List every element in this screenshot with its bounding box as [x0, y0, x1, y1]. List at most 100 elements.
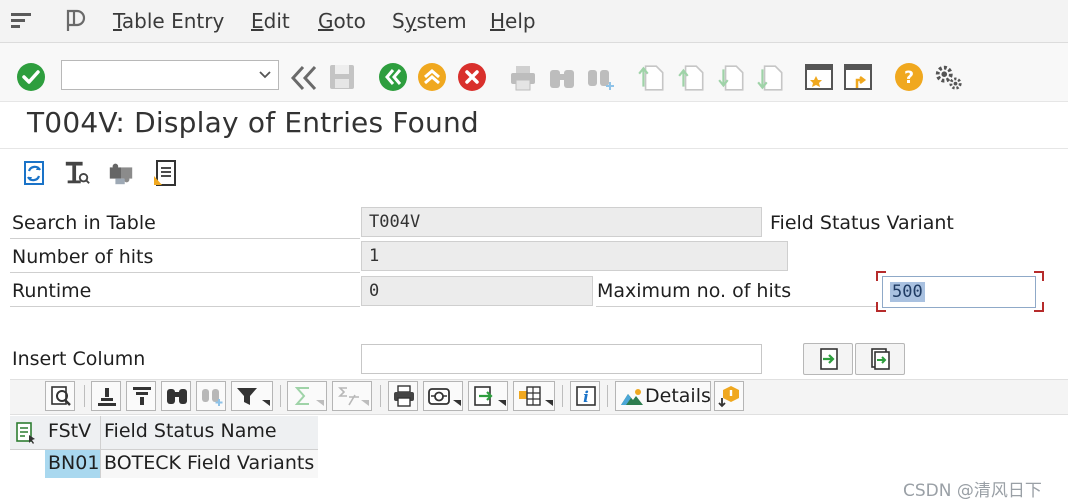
information-button[interactable]: i [570, 381, 600, 411]
max-hits-value: 500 [890, 282, 925, 302]
runtime-divider [10, 306, 360, 307]
menu-edit[interactable]: Edit [251, 9, 290, 33]
svg-text:i: i [583, 388, 589, 406]
collapse-command-icon[interactable] [289, 63, 319, 93]
check-icon[interactable] [16, 62, 46, 92]
alv-separator [607, 385, 608, 407]
sort-ascending-icon [98, 388, 116, 406]
menu-mnemonic: G [318, 9, 334, 33]
menu-system[interactable]: System [392, 9, 467, 33]
exit-icon[interactable] [417, 62, 447, 92]
max-hits-input[interactable]: 500 [882, 276, 1036, 308]
chevron-down-icon [361, 400, 369, 406]
refresh-icon[interactable] [20, 158, 48, 188]
subtotal-button[interactable] [332, 381, 372, 411]
cancel-icon[interactable] [457, 62, 487, 92]
selection-criteria-icon[interactable] [63, 158, 91, 188]
find-next-icon[interactable] [586, 63, 616, 93]
runtime-field: 0 [361, 276, 593, 306]
menu-mnemonic: E [251, 9, 264, 33]
insert-column-icon [820, 348, 838, 370]
export-icon [474, 386, 493, 406]
save-icon[interactable] [327, 62, 357, 92]
number-of-hits-label: Number of hits [12, 246, 154, 268]
first-page-icon[interactable] [637, 63, 667, 93]
next-page-icon[interactable] [717, 63, 747, 93]
back-icon[interactable] [378, 62, 408, 92]
document-icon[interactable] [151, 158, 179, 188]
sum-icon [294, 387, 309, 405]
sort-ascending-button[interactable] [91, 381, 121, 411]
new-session-icon[interactable] [804, 62, 834, 92]
sort-descending-button[interactable] [126, 381, 156, 411]
insert-column-button[interactable] [803, 343, 853, 375]
alv-separator [562, 385, 563, 407]
column-header-fstv[interactable]: FStV [48, 420, 91, 442]
layout-grid-icon [519, 386, 541, 406]
sort-descending-icon [133, 387, 151, 405]
print-icon[interactable] [508, 63, 538, 93]
puzzle-icon[interactable] [107, 158, 135, 188]
watermark: CSDN @清风日下 [903, 481, 1042, 501]
insert-all-columns-button[interactable] [855, 343, 905, 375]
last-page-icon[interactable] [756, 63, 786, 93]
total-button[interactable] [287, 381, 327, 411]
chevron-down-icon [262, 400, 270, 406]
menu-table-entry[interactable]: Table Entry [113, 9, 224, 33]
print-icon [394, 385, 414, 407]
prev-page-icon[interactable] [677, 63, 707, 93]
menu-icon[interactable] [10, 10, 36, 32]
chevron-down-icon [498, 400, 506, 406]
chevron-down-icon[interactable] [258, 67, 272, 81]
number-of-hits-divider [10, 272, 360, 273]
alv-print-button[interactable] [388, 381, 418, 411]
filter-button[interactable] [231, 381, 273, 411]
technical-names-icon [718, 386, 739, 408]
alv-find-button[interactable] [161, 381, 191, 411]
search-table-label: Search in Table [12, 212, 156, 234]
page-title: T004V: Display of Entries Found [27, 106, 479, 139]
chevron-down-icon [545, 400, 553, 406]
focus-corner-bottom-right [1034, 302, 1044, 312]
menu-goto[interactable]: Goto [318, 9, 366, 33]
menu-mnemonic: T [113, 9, 122, 33]
alv-separator [380, 385, 381, 407]
menu-mnemonic: H [490, 9, 506, 33]
svg-text:?: ? [904, 68, 914, 88]
search-table-description: Field Status Variant [770, 212, 954, 234]
insert-column-label: Insert Column [12, 348, 146, 370]
command-field[interactable] [61, 60, 279, 90]
menu-help[interactable]: Help [490, 9, 536, 33]
technical-names-button[interactable] [714, 381, 744, 411]
cell-fstv[interactable]: BN01 [45, 450, 100, 478]
search-table-divider [10, 238, 360, 239]
info-icon: i [576, 386, 596, 406]
export-button[interactable] [468, 381, 508, 411]
magnify-row-icon [51, 386, 71, 406]
help-icon[interactable]: ? [894, 62, 924, 92]
insert-all-columns-icon [871, 348, 890, 370]
settings-icon[interactable] [933, 62, 963, 92]
select-all-icon[interactable] [14, 421, 38, 445]
layout-icon[interactable] [64, 8, 92, 34]
alv-separator [280, 385, 281, 407]
search-table-field: T004V [361, 207, 762, 237]
alv-find-next-button[interactable] [196, 381, 226, 411]
alv-separator [84, 385, 85, 407]
alv-details-button[interactable] [45, 381, 75, 411]
views-button[interactable] [423, 381, 463, 411]
details-label: Details [645, 385, 711, 407]
number-of-hits-field: 1 [361, 241, 788, 271]
layout-button[interactable] [513, 381, 555, 411]
insert-column-input[interactable] [361, 344, 762, 374]
command-input[interactable] [66, 61, 250, 89]
shortcut-icon[interactable] [843, 62, 873, 92]
column-header-field-status-name[interactable]: Field Status Name [104, 420, 277, 442]
find-icon[interactable] [547, 63, 577, 93]
max-hits-divider [596, 306, 876, 307]
binoculars-icon [167, 389, 187, 404]
binoculars-plus-icon [202, 389, 223, 406]
details-icon [621, 389, 643, 405]
filter-icon [237, 388, 257, 405]
cell-field-status-name[interactable]: BOTECK Field Variants [101, 450, 318, 478]
